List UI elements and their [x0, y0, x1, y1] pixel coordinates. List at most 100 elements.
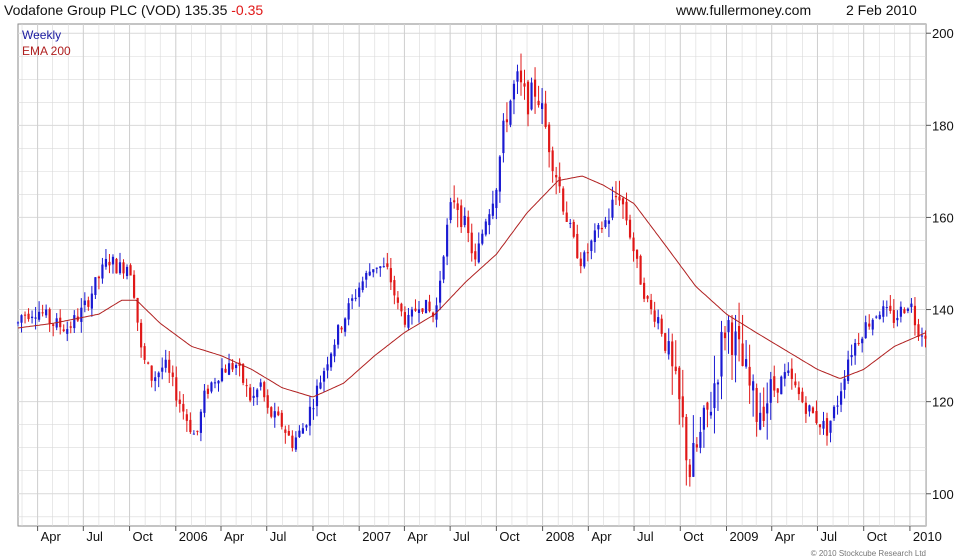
candle-body: [794, 381, 797, 386]
candle-body: [628, 219, 632, 238]
candle-body: [787, 370, 790, 374]
candle-body: [516, 71, 519, 82]
title-text: Vodafone Group PLC (VOD) 135.35: [4, 2, 228, 18]
candle-body: [759, 412, 762, 430]
candle-body: [924, 335, 927, 339]
candle-body: [319, 382, 322, 389]
candle-body: [20, 315, 23, 323]
candle-body: [530, 82, 533, 110]
candle-body: [45, 309, 48, 316]
candle-body: [90, 293, 93, 309]
candle-body: [801, 391, 804, 403]
candle-body: [548, 124, 551, 153]
x-tick-label: Jul: [453, 529, 470, 544]
candle-body: [702, 407, 705, 430]
candle-body: [818, 424, 822, 428]
candle-body: [97, 276, 100, 279]
candle-body: [203, 390, 206, 413]
candle-body: [80, 307, 83, 322]
candle-body: [607, 220, 611, 224]
candle-body: [780, 376, 783, 395]
candle-body: [52, 324, 55, 326]
candle-body: [692, 442, 695, 477]
candle-body: [650, 299, 653, 310]
candle-body: [773, 376, 776, 391]
candle-body: [755, 387, 758, 422]
candle-body: [593, 230, 596, 242]
candle-body: [868, 323, 871, 327]
x-tick-label: 2008: [546, 529, 575, 544]
candle-body: [301, 428, 305, 434]
candle-body: [555, 174, 558, 178]
candle-body: [231, 363, 234, 370]
candle-body: [168, 359, 171, 373]
candle-body: [227, 363, 231, 375]
candle-body: [34, 317, 37, 319]
candle-body: [706, 402, 709, 410]
candle-body: [481, 233, 484, 244]
candle-body: [115, 258, 118, 274]
x-tick-label: Jul: [270, 529, 287, 544]
candle-body: [298, 430, 301, 437]
candle-body: [161, 367, 164, 372]
candle-body: [544, 103, 547, 127]
candle-body: [375, 267, 378, 269]
candle-body: [716, 382, 720, 385]
y-tick-label: 200: [932, 26, 954, 41]
candle-body: [453, 200, 456, 203]
candle-body: [576, 233, 579, 259]
x-tick-label: 2009: [730, 529, 759, 544]
candle-body: [857, 343, 860, 345]
y-axis: 100 120 140 160 180 200: [926, 26, 954, 502]
candle-body: [196, 430, 199, 432]
candle-body: [294, 437, 297, 450]
candle-body: [273, 411, 276, 418]
x-tick-label: Oct: [133, 529, 154, 544]
candle-body: [213, 382, 217, 384]
candle-body: [910, 303, 913, 308]
candle-body: [769, 379, 772, 403]
candle-body: [505, 119, 509, 123]
candle-body: [23, 314, 27, 316]
x-tick-label: Apr: [775, 529, 796, 544]
candle-body: [664, 333, 667, 351]
candle-body: [252, 395, 255, 398]
candle-body: [249, 387, 252, 401]
candle-body: [118, 262, 122, 274]
candle-body: [336, 325, 340, 345]
candle-body: [463, 215, 466, 226]
candle-body: [242, 364, 245, 383]
candle-body: [695, 444, 698, 448]
y-tick-label: 120: [932, 395, 954, 410]
candle-body: [16, 322, 20, 324]
candle-body: [263, 382, 266, 398]
y-tick-label: 160: [932, 210, 954, 225]
candle-body: [776, 388, 779, 393]
x-axis: Apr Jul Oct 2006 Apr Jul Oct 2007 Apr Jul Oct 2008 A…: [37, 526, 942, 544]
chart-title: Vodafone Group PLC (VOD) 135.35 -0.35: [4, 2, 263, 18]
candle-body: [280, 412, 283, 427]
candle-body: [498, 156, 501, 192]
candle-body: [688, 464, 691, 478]
candle-body: [713, 383, 716, 409]
candle-body: [836, 405, 839, 407]
site-link[interactable]: www.fullermoney.com: [676, 2, 811, 18]
candle-body: [27, 313, 30, 320]
candle-body: [400, 303, 403, 312]
candle-body: [171, 372, 174, 377]
candle-body: [234, 364, 238, 369]
candle-body: [653, 310, 656, 322]
x-tick-label: Apr: [224, 529, 245, 544]
candle-body: [678, 367, 681, 400]
candle-body: [410, 309, 414, 317]
candle-body: [424, 299, 428, 314]
candle-body: [66, 329, 69, 334]
candle-body: [639, 255, 642, 285]
candle-body: [382, 266, 385, 268]
candle-body: [256, 389, 259, 398]
candle-body: [30, 316, 34, 319]
candle-body: [685, 416, 688, 461]
candle-body: [502, 120, 505, 154]
candle-body: [220, 368, 224, 382]
candle-body: [439, 280, 442, 303]
